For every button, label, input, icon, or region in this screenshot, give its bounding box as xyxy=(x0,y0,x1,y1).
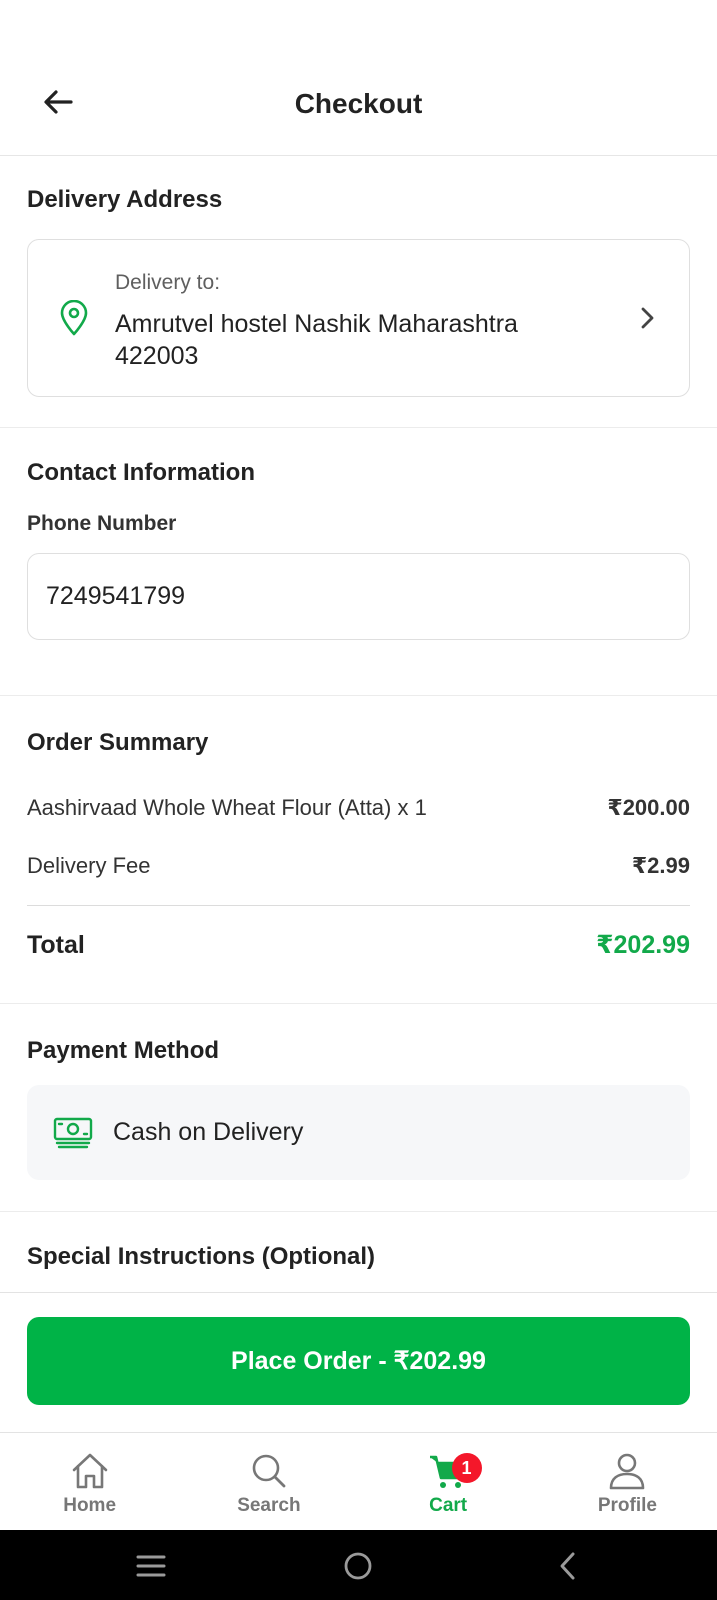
back-system-button[interactable] xyxy=(552,1550,584,1582)
contact-information-heading: Contact Information xyxy=(27,459,255,486)
payment-option-cash[interactable]: Cash on Delivery xyxy=(27,1085,690,1180)
nav-item-home[interactable]: Home xyxy=(0,1433,179,1530)
chevron-left-icon xyxy=(560,1552,575,1580)
delivery-fee-row: Delivery Fee ₹2.99 xyxy=(27,853,690,879)
recent-apps-button[interactable] xyxy=(135,1550,167,1582)
phone-number-input[interactable] xyxy=(27,553,690,640)
nav-label-home: Home xyxy=(63,1495,117,1516)
nav-label-cart: Cart xyxy=(429,1495,468,1516)
back-button[interactable] xyxy=(38,82,78,122)
nav-label-search: Search xyxy=(237,1495,301,1516)
payment-method-label: Cash on Delivery xyxy=(113,1118,304,1146)
phone-number-label: Phone Number xyxy=(27,512,177,535)
menu-icon xyxy=(136,1555,166,1577)
profile-icon xyxy=(610,1453,645,1490)
delivery-fee-label: Delivery Fee xyxy=(27,853,151,878)
order-item-row: Aashirvaad Whole Wheat Flour (Atta) x 1 … xyxy=(27,795,690,821)
delivery-fee-value: ₹2.99 xyxy=(631,853,690,878)
arrow-left-icon xyxy=(44,90,73,114)
cash-icon xyxy=(53,1117,93,1149)
chevron-right-icon xyxy=(641,307,654,329)
total-row: Total ₹202.99 xyxy=(27,930,690,960)
page-title: Checkout xyxy=(294,87,423,119)
order-item-price: ₹200.00 xyxy=(607,795,690,820)
delivery-address-text: Amrutvel hostel Nashik Maharashtra 42200… xyxy=(115,310,518,370)
section-divider xyxy=(0,695,717,696)
home-icon xyxy=(72,1453,107,1489)
nav-item-search[interactable]: Search xyxy=(179,1433,358,1530)
section-divider xyxy=(0,1211,717,1212)
top-app-bar: Checkout xyxy=(0,52,717,156)
home-system-button[interactable] xyxy=(342,1550,374,1582)
status-bar xyxy=(0,0,717,52)
delivery-to-label: Delivery to: xyxy=(115,271,221,294)
delivery-address-card[interactable]: Delivery to: Amrutvel hostel Nashik Maha… xyxy=(27,239,690,397)
section-divider xyxy=(0,1003,717,1004)
footer-divider xyxy=(0,1292,717,1293)
system-navigation-bar xyxy=(0,1530,717,1600)
order-summary-heading: Order Summary xyxy=(27,729,209,756)
circle-home-icon xyxy=(344,1552,372,1580)
total-label: Total xyxy=(27,930,85,959)
place-order-button[interactable]: Place Order - ₹202.99 xyxy=(27,1317,690,1405)
order-item-label: Aashirvaad Whole Wheat Flour (Atta) x 1 xyxy=(27,795,427,820)
nav-label-profile: Profile xyxy=(597,1495,657,1516)
place-order-label: Place Order - ₹202.99 xyxy=(231,1347,486,1375)
nav-item-profile[interactable]: Profile xyxy=(538,1433,717,1530)
payment-method-heading: Payment Method xyxy=(27,1037,220,1064)
section-divider xyxy=(0,427,717,428)
nav-item-cart[interactable]: 1 Cart xyxy=(359,1433,538,1530)
search-icon xyxy=(252,1454,286,1488)
special-instructions-heading: Special Instructions (Optional) xyxy=(27,1243,376,1270)
bottom-navigation: Home Search 1 Cart Profile xyxy=(0,1432,717,1530)
total-value: ₹202.99 xyxy=(596,931,690,959)
summary-divider xyxy=(27,905,690,906)
cart-count-badge: 1 xyxy=(451,1453,482,1483)
delivery-address-heading: Delivery Address xyxy=(27,186,223,213)
location-pin-icon xyxy=(60,300,88,336)
